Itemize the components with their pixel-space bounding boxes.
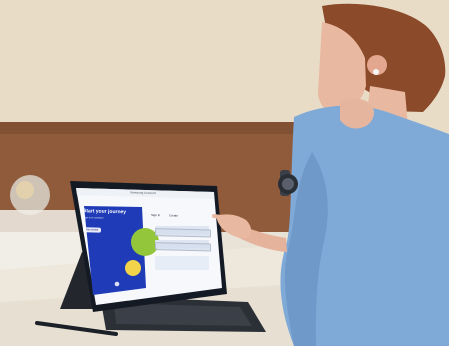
background-flower-blur [16,181,34,199]
hero-heading: Start your journey [83,208,127,216]
form-label-sign-in: Sign in [151,212,161,218]
photo-scene: Samsung Account Start your journey Sign … [0,0,449,346]
tablet-screen-ui: Samsung Account Start your journey Sign … [76,186,222,298]
email-field[interactable] [155,228,211,238]
form-label-create: Create [169,213,179,218]
watch-face [282,178,294,190]
app-title: Samsung Account [130,190,156,196]
password-field[interactable] [155,242,211,252]
earring-icon [373,69,379,75]
hero-subtext: Sign in to continue [83,216,104,220]
wood-panel-shadow [0,122,330,134]
hero-get-started-button[interactable]: Get started [83,227,101,233]
photo-illustration [0,0,449,346]
